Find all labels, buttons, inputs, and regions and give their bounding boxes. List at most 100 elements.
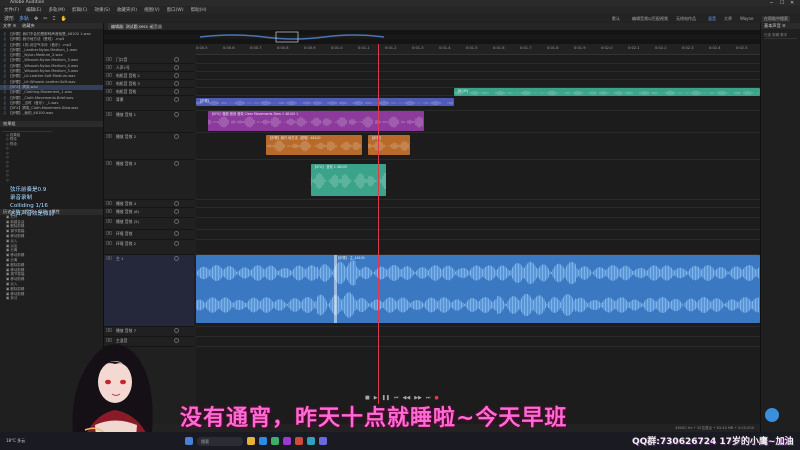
- volume-knob-icon[interactable]: [174, 256, 179, 261]
- track-header[interactable]: M 播放 音效 1: [104, 111, 194, 133]
- track-header[interactable]: M 播放 音效 4: [104, 200, 194, 208]
- audio-clip[interactable]: 【SFX】 音效 1 48100: [311, 164, 386, 196]
- track-lane[interactable]: [196, 327, 760, 337]
- volume-knob-icon[interactable]: [174, 134, 179, 139]
- volume-knob-icon[interactable]: [174, 73, 179, 78]
- track-lane[interactable]: [196, 56, 760, 64]
- main-vocal-clip[interactable]: 【步骤】 主_48100: [196, 255, 760, 323]
- menu-file[interactable]: 文件(F): [4, 7, 19, 13]
- track-lane[interactable]: [196, 218, 760, 230]
- mute-button[interactable]: M: [106, 219, 112, 223]
- volume-knob-icon[interactable]: [174, 89, 179, 94]
- menu-view[interactable]: 视图(V): [144, 7, 160, 13]
- workspace-video[interactable]: 编辑音频以匹配视频: [632, 16, 668, 22]
- effect-slot[interactable]: ◇: [0, 178, 103, 183]
- mixer-tab[interactable]: 混音器: [150, 23, 162, 30]
- track-header[interactable]: M 电机音 音效: [104, 88, 194, 96]
- track-lane[interactable]: [196, 230, 760, 240]
- workspace-mix[interactable]: 混音: [708, 16, 716, 22]
- volume-knob-icon[interactable]: [174, 97, 179, 102]
- track-lane[interactable]: [196, 200, 760, 208]
- file-item[interactable]: ♫ 【步骤】_我的_48100.wav: [0, 111, 103, 116]
- app-icon[interactable]: [307, 437, 316, 445]
- track-lane[interactable]: [196, 72, 760, 80]
- mute-button[interactable]: M: [106, 89, 112, 93]
- track-lane[interactable]: [196, 160, 760, 200]
- mute-button[interactable]: M: [106, 57, 112, 61]
- overview-bar[interactable]: [104, 30, 760, 44]
- mute-button[interactable]: M: [106, 161, 112, 165]
- track-header[interactable]: M 电机音 音效 2: [104, 72, 194, 80]
- track-header[interactable]: M 门口音: [104, 56, 194, 64]
- mute-button[interactable]: M: [106, 241, 112, 245]
- menu-favorites[interactable]: 收藏夹(R): [117, 7, 137, 13]
- track-lane[interactable]: [196, 208, 760, 218]
- track-header[interactable]: M 环境 音效: [104, 230, 194, 240]
- track-lane[interactable]: [196, 240, 760, 255]
- audio-clip[interactable]: 【步骤】我行 地方法（是啦）48100: [266, 135, 362, 155]
- track-header[interactable]: M 背景: [104, 96, 194, 111]
- app-icon[interactable]: [295, 437, 304, 445]
- track-header[interactable]: M 播放 音效 (5): [104, 218, 194, 230]
- time-select-icon[interactable]: ⌶: [52, 16, 55, 22]
- mute-button[interactable]: M: [106, 231, 112, 235]
- audio-clip[interactable]: 【步骤】: [368, 135, 410, 155]
- start-icon[interactable]: [185, 437, 194, 445]
- volume-knob-icon[interactable]: [174, 81, 179, 86]
- menu-multitrack[interactable]: 多轨(M): [48, 7, 64, 13]
- editor-tab[interactable]: 编辑器: 测试题.sesx ≡: [108, 23, 156, 30]
- audition-icon[interactable]: [283, 437, 292, 445]
- workspace-wayne[interactable]: Wayne: [740, 16, 754, 21]
- taskbar-search[interactable]: 搜索: [197, 436, 244, 446]
- razor-tool-icon[interactable]: ✂: [43, 16, 47, 22]
- menu-window[interactable]: 窗口(W): [167, 7, 184, 13]
- menu-edit[interactable]: 编辑(E): [26, 7, 41, 13]
- help-search-input[interactable]: 在帮助中搜索: [762, 15, 790, 22]
- volume-knob-icon[interactable]: [174, 201, 179, 206]
- mute-button[interactable]: M: [106, 134, 112, 138]
- mute-button[interactable]: M: [106, 65, 112, 69]
- menu-help[interactable]: 帮助(H): [191, 7, 207, 13]
- volume-knob-icon[interactable]: [174, 209, 179, 214]
- track-header[interactable]: M 电机音 音效 3: [104, 80, 194, 88]
- menu-effects[interactable]: 效果(S): [95, 7, 110, 13]
- assistant-icon[interactable]: [765, 408, 779, 422]
- volume-knob-icon[interactable]: [174, 328, 179, 333]
- track-lane[interactable]: [196, 64, 760, 72]
- track-header[interactable]: M 环境 音效 2: [104, 240, 194, 255]
- move-tool-icon[interactable]: ✥: [34, 16, 38, 22]
- audio-clip[interactable]: 【BGM】: [454, 88, 760, 96]
- track-lane[interactable]: [196, 80, 760, 88]
- volume-knob-icon[interactable]: [174, 231, 179, 236]
- favorites-tab[interactable]: 收藏夹: [22, 23, 35, 29]
- history-item[interactable]: ▣ 拆分: [0, 296, 103, 301]
- mute-button[interactable]: M: [106, 81, 112, 85]
- playhead[interactable]: [378, 44, 379, 404]
- volume-knob-icon[interactable]: [174, 338, 179, 343]
- workspace-radio[interactable]: 无线电作品: [676, 16, 696, 22]
- workspace-master[interactable]: 大师: [724, 16, 732, 22]
- mute-button[interactable]: M: [106, 97, 112, 101]
- audio-clip[interactable]: 【步骤】: [196, 98, 454, 106]
- track-lane[interactable]: [196, 337, 760, 347]
- track-header[interactable]: M 主 1: [104, 255, 194, 327]
- track-header[interactable]: M 人声1号: [104, 64, 194, 72]
- explorer-icon[interactable]: [247, 437, 256, 445]
- volume-knob-icon[interactable]: [174, 161, 179, 166]
- audio-clip[interactable]: 【SFX】播放 音效 音效 Clear Movements Slow 1 481…: [208, 111, 424, 131]
- mute-button[interactable]: M: [106, 73, 112, 77]
- hand-tool-icon[interactable]: ✋: [60, 16, 66, 22]
- mute-button[interactable]: M: [106, 112, 112, 116]
- files-tab[interactable]: 文件 ≡: [3, 23, 16, 29]
- weather-widget[interactable]: 18°C 多云: [6, 438, 25, 444]
- volume-knob-icon[interactable]: [174, 112, 179, 117]
- mute-button[interactable]: M: [106, 201, 112, 205]
- track-header[interactable]: M 播放 音效 3: [104, 160, 194, 200]
- time-ruler[interactable]: 0:00.5 0:00.6 0:00.7 0:00.8 0:00.9 0:01.0 0:01…: [196, 44, 760, 55]
- volume-knob-icon[interactable]: [174, 241, 179, 246]
- menu-clip[interactable]: 剪辑(C): [72, 7, 88, 13]
- edge-icon[interactable]: [259, 437, 268, 445]
- mute-button[interactable]: M: [106, 256, 112, 260]
- volume-knob-icon[interactable]: [174, 65, 179, 70]
- volume-knob-icon[interactable]: [174, 219, 179, 224]
